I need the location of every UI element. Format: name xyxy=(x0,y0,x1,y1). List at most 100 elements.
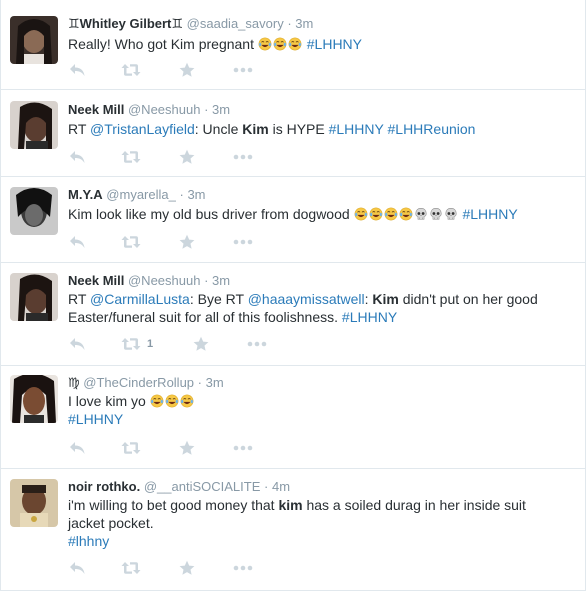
more-options-button[interactable] xyxy=(233,61,253,79)
hashtag-link[interactable]: #LHHNY xyxy=(68,411,123,427)
more-options-icon xyxy=(233,67,253,73)
retweet-button[interactable] xyxy=(121,233,141,251)
tweet-text: I love kim yo #LHHNY xyxy=(68,392,571,428)
more-options-icon xyxy=(233,565,253,571)
timestamp[interactable]: 3m xyxy=(212,102,230,117)
tweet-item[interactable]: Neek Mill @Neeshuuh · 3m RT @CarmillaLus… xyxy=(1,262,585,365)
timestamp[interactable]: 3m xyxy=(206,375,224,390)
favorite-star-button[interactable] xyxy=(179,148,195,166)
tweet-text-body: Really! Who got Kim pregnant xyxy=(68,36,258,52)
author-handle[interactable]: @TheCinderRollup xyxy=(83,375,194,390)
timestamp[interactable]: 4m xyxy=(272,479,290,494)
author-name[interactable]: noir rothko. xyxy=(68,479,140,494)
hashtag-link[interactable]: #LHHNY xyxy=(342,309,397,325)
retweet-button[interactable] xyxy=(121,148,141,166)
reply-button[interactable] xyxy=(69,61,86,79)
separator: · xyxy=(204,273,209,288)
retweet-button[interactable] xyxy=(121,559,141,577)
more-options-button[interactable] xyxy=(233,148,253,166)
favorite-star-button[interactable] xyxy=(179,439,195,457)
laugh-cry-emoji-icon xyxy=(288,36,303,52)
laugh-cry-emoji-icon xyxy=(180,393,195,409)
avatar[interactable] xyxy=(10,16,58,64)
more-options-icon xyxy=(233,239,253,245)
hashtag-link[interactable]: #LHHNY xyxy=(307,36,362,52)
timestamp[interactable]: 3m xyxy=(187,187,205,202)
favorite-star-icon xyxy=(179,62,195,78)
skull-emoji-icon xyxy=(429,206,444,222)
mention-link[interactable]: @TristanLayfield xyxy=(90,121,195,137)
tweet-text-body: I love kim yo xyxy=(68,393,150,409)
favorite-star-icon xyxy=(179,560,195,576)
reply-button[interactable] xyxy=(69,559,86,577)
tweet-text-body: has a soiled durag in her inside suit xyxy=(302,497,526,513)
tweet-actions xyxy=(69,148,309,166)
author-handle[interactable]: @Neeshuuh xyxy=(128,273,200,288)
favorite-star-button[interactable] xyxy=(179,233,195,251)
laugh-cry-emoji-icon xyxy=(384,206,399,222)
retweet-button[interactable] xyxy=(121,61,141,79)
hashtag-link[interactable]: #LHHReunion xyxy=(388,121,476,137)
tweet-text-body: Easter/funeral suit for all of this fool… xyxy=(68,309,342,325)
retweet-count: 1 xyxy=(147,338,154,350)
tweet-text-body: Kim look like my old bus driver from dog… xyxy=(68,206,354,222)
reply-button[interactable] xyxy=(69,233,86,251)
tweet-item[interactable]: Neek Mill @Neeshuuh · 3m RT @TristanLayf… xyxy=(1,89,585,176)
hashtag-link[interactable]: #LHHNY xyxy=(462,206,517,222)
skull-emoji-icon xyxy=(414,206,429,222)
author-name[interactable]: ♊Whitley Gilbert♊ xyxy=(68,16,183,31)
retweet-button[interactable] xyxy=(121,439,141,457)
favorite-star-button[interactable] xyxy=(193,335,209,353)
tweet-text: Really! Who got Kim pregnant #LHHNY xyxy=(68,35,571,53)
emoji-group xyxy=(354,206,459,222)
tweet-actions: 1 xyxy=(69,335,309,353)
author-handle[interactable]: @Neeshuuh xyxy=(128,102,200,117)
reply-button[interactable] xyxy=(69,148,86,166)
more-options-button[interactable] xyxy=(233,233,253,251)
favorite-star-icon xyxy=(179,440,195,456)
author-name[interactable]: Neek Mill xyxy=(68,102,124,117)
avatar[interactable] xyxy=(10,273,58,321)
author-handle[interactable]: @saadia_savory xyxy=(187,16,284,31)
avatar[interactable] xyxy=(10,375,58,423)
tweet-item[interactable]: M.Y.A @myarella_ · 3m Kim look like my o… xyxy=(1,176,585,262)
emoji-group xyxy=(258,36,303,52)
tweet-actions xyxy=(69,559,309,577)
tweet-text-body: : Bye RT xyxy=(189,291,248,307)
author-name[interactable]: ♍ xyxy=(68,375,80,390)
author-handle[interactable]: @__antiSOCIALITE xyxy=(144,479,261,494)
retweet-icon xyxy=(121,150,141,164)
laugh-cry-emoji-icon xyxy=(258,36,273,52)
avatar[interactable] xyxy=(10,479,58,527)
tweet-item[interactable]: noir rothko. @__antiSOCIALITE · 4m i'm w… xyxy=(1,468,585,591)
reply-button[interactable] xyxy=(69,335,86,353)
author-handle[interactable]: @myarella_ xyxy=(106,187,176,202)
tweet-item[interactable]: ♍ @TheCinderRollup · 3m I love kim yo #L… xyxy=(1,365,585,468)
separator: · xyxy=(204,102,209,117)
timestamp[interactable]: 3m xyxy=(295,16,313,31)
reply-icon xyxy=(69,561,86,575)
more-options-button[interactable] xyxy=(233,439,253,457)
mention-link[interactable]: @haaaymissatwell xyxy=(248,291,365,307)
author-name[interactable]: Neek Mill xyxy=(68,273,124,288)
favorite-star-button[interactable] xyxy=(179,559,195,577)
more-options-button[interactable] xyxy=(233,559,253,577)
avatar[interactable] xyxy=(10,101,58,149)
avatar[interactable] xyxy=(10,187,58,235)
timestamp[interactable]: 3m xyxy=(212,273,230,288)
hashtag-link[interactable]: #lhhny xyxy=(68,533,109,549)
mention-link[interactable]: @CarmillaLusta xyxy=(90,291,190,307)
tweet-item[interactable]: ♊Whitley Gilbert♊ @saadia_savory · 3m Re… xyxy=(1,0,585,89)
tweet-text-body: jacket pocket. xyxy=(68,515,154,531)
more-options-button[interactable] xyxy=(247,335,267,353)
tweet-actions xyxy=(69,439,309,457)
retweet-icon xyxy=(121,561,141,575)
hashtag-link[interactable]: #LHHNY xyxy=(329,121,384,137)
retweet-icon xyxy=(121,235,141,249)
retweet-icon xyxy=(121,63,141,77)
author-name[interactable]: M.Y.A xyxy=(68,187,103,202)
retweet-button[interactable]: 1 xyxy=(121,335,153,353)
reply-button[interactable] xyxy=(69,439,86,457)
favorite-star-button[interactable] xyxy=(179,61,195,79)
favorite-star-icon xyxy=(179,234,195,250)
